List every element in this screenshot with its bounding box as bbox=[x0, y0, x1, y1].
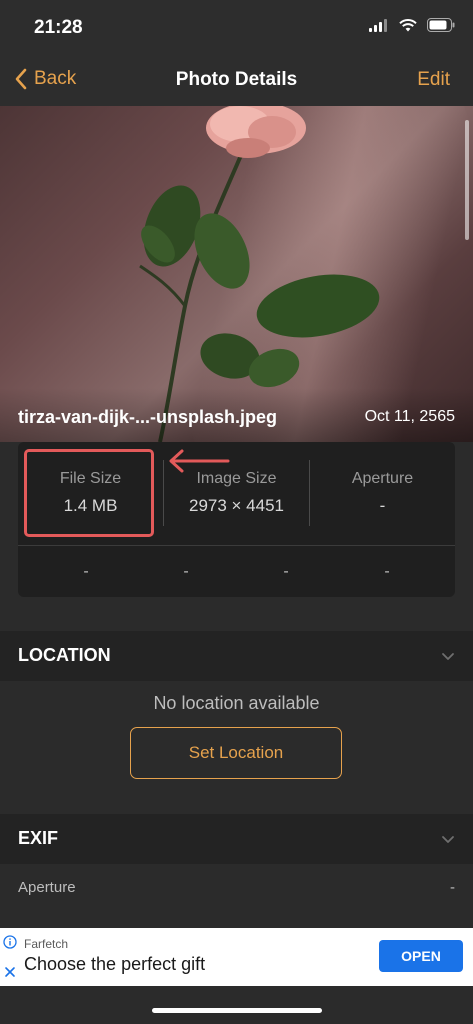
status-time: 21:28 bbox=[34, 17, 83, 38]
photo-preview[interactable]: tirza-van-dijk-...-unsplash.jpeg Oct 11,… bbox=[0, 106, 473, 442]
page-title: Photo Details bbox=[175, 69, 298, 90]
ad-headline: Choose the perfect gift bbox=[24, 954, 206, 974]
aperture-cell: Aperture - bbox=[310, 456, 455, 516]
exif-section-header[interactable]: EXIF bbox=[0, 814, 473, 864]
detail-dash-3: - bbox=[283, 563, 289, 580]
arrow-left-icon bbox=[169, 449, 230, 473]
edit-button[interactable]: Edit bbox=[417, 69, 450, 91]
ad-banner[interactable]: Farfetch Choose the perfect gift OPEN bbox=[0, 928, 473, 986]
exif-section-title: EXIF bbox=[18, 828, 59, 848]
battery-icon bbox=[427, 18, 455, 32]
image-size-value: 2973 × 4451 bbox=[188, 496, 284, 515]
ad-brand: Farfetch bbox=[24, 937, 69, 951]
detail-dash-4: - bbox=[384, 563, 390, 580]
navigation-bar: Back Photo Details Edit bbox=[0, 56, 473, 106]
details-card: File Size 1.4 MB Image Size 2973 × 4451 … bbox=[18, 442, 455, 597]
status-bar: 21:28 bbox=[0, 0, 473, 56]
location-section-title: LOCATION bbox=[18, 645, 111, 665]
chevron-down-icon bbox=[442, 653, 454, 660]
detail-dash-1: - bbox=[83, 563, 89, 580]
wifi-icon bbox=[399, 18, 417, 31]
aperture-label: Aperture bbox=[351, 470, 414, 487]
photo-filename: tirza-van-dijk-...-unsplash.jpeg bbox=[18, 407, 278, 427]
home-indicator[interactable] bbox=[152, 1008, 322, 1013]
close-icon[interactable] bbox=[4, 966, 16, 978]
details-divider bbox=[18, 545, 455, 546]
photo-date: Oct 11, 2565 bbox=[364, 408, 455, 425]
info-icon[interactable] bbox=[3, 935, 17, 949]
bottom-safe-area bbox=[0, 986, 473, 1024]
no-location-text: No location available bbox=[153, 693, 320, 713]
file-size-highlight bbox=[24, 449, 154, 537]
cellular-signal-icon bbox=[369, 18, 387, 32]
set-location-button[interactable]: Set Location bbox=[130, 727, 342, 779]
exif-aperture-label: Aperture bbox=[18, 879, 76, 896]
status-icons bbox=[369, 18, 455, 32]
exif-row: Aperture - bbox=[0, 877, 473, 903]
exif-aperture-value: - bbox=[450, 879, 455, 896]
location-section-header[interactable]: LOCATION bbox=[0, 631, 473, 681]
ad-open-button[interactable]: OPEN bbox=[379, 940, 463, 972]
aperture-value: - bbox=[379, 496, 386, 515]
chevron-down-icon bbox=[442, 836, 454, 843]
detail-dash-2: - bbox=[183, 563, 189, 580]
photo-scroll-indicator bbox=[465, 120, 469, 240]
